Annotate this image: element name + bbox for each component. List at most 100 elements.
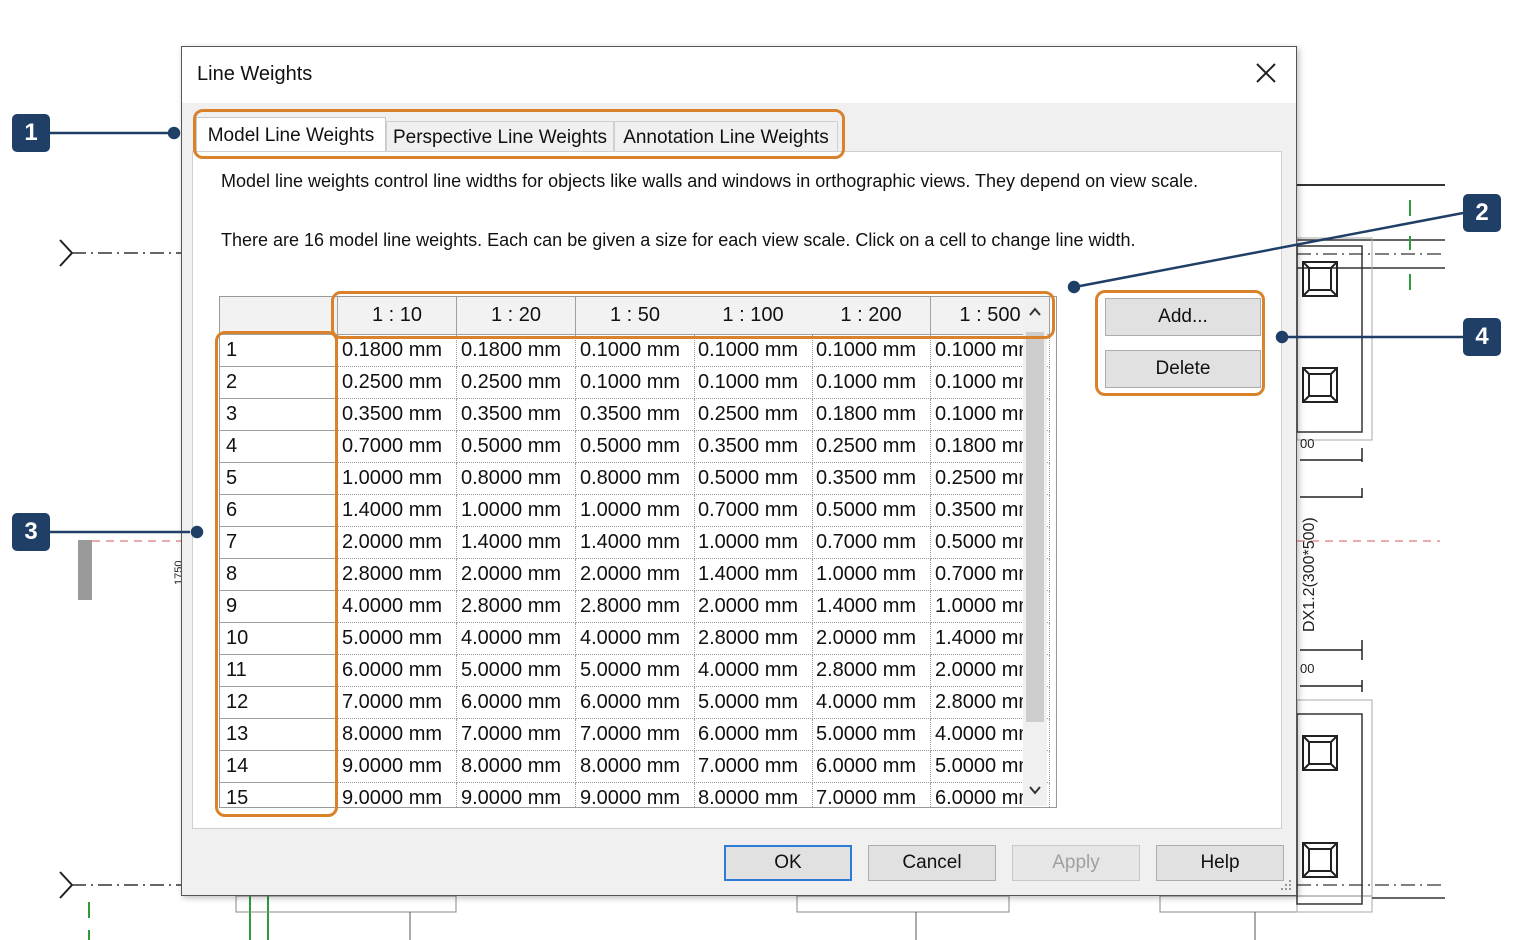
row-header-line-weight[interactable]: 12 xyxy=(220,687,338,719)
line-weight-cell[interactable]: 7.0000 mm xyxy=(338,687,457,719)
chevron-up-icon[interactable] xyxy=(1027,304,1043,320)
row-header-line-weight[interactable]: 6 xyxy=(220,495,338,527)
row-header-line-weight[interactable]: 2 xyxy=(220,367,338,399)
line-weight-cell[interactable]: 6.0000 mm xyxy=(338,655,457,687)
line-weight-cell[interactable]: 0.2500 mm xyxy=(812,431,931,463)
line-weight-cell[interactable]: 8.0000 mm xyxy=(457,751,576,783)
line-weight-cell[interactable]: 0.3500 mm xyxy=(576,399,695,431)
line-weight-cell[interactable]: 1.4000 mm xyxy=(694,559,813,591)
line-weight-cell[interactable]: 2.0000 mm xyxy=(812,623,931,655)
delete-button[interactable]: Delete xyxy=(1105,350,1261,388)
row-header-line-weight[interactable]: 5 xyxy=(220,463,338,495)
row-header-line-weight[interactable]: 4 xyxy=(220,431,338,463)
line-weight-cell[interactable]: 7.0000 mm xyxy=(457,719,576,751)
scrollbar-thumb[interactable] xyxy=(1026,332,1044,722)
line-weight-cell[interactable]: 5.0000 mm xyxy=(694,687,813,719)
line-weight-cell[interactable]: 8.0000 mm xyxy=(338,719,457,751)
line-weight-cell[interactable]: 4.0000 mm xyxy=(812,687,931,719)
line-weight-cell[interactable]: 8.0000 mm xyxy=(694,783,813,807)
chevron-down-icon[interactable] xyxy=(1027,782,1043,798)
line-weight-cell[interactable]: 6.0000 mm xyxy=(694,719,813,751)
line-weight-cell[interactable]: 5.0000 mm xyxy=(576,655,695,687)
line-weight-cell[interactable]: 5.0000 mm xyxy=(812,719,931,751)
line-weight-cell[interactable]: 0.3500 mm xyxy=(338,399,457,431)
row-header-line-weight[interactable]: 10 xyxy=(220,623,338,655)
line-weight-cell[interactable]: 2.8000 mm xyxy=(812,655,931,687)
add-button[interactable]: Add... xyxy=(1105,298,1261,336)
line-weight-cell[interactable]: 0.1800 mm xyxy=(338,335,457,367)
line-weight-cell[interactable]: 0.1000 mm xyxy=(576,367,695,399)
line-weight-cell[interactable]: 0.3500 mm xyxy=(457,399,576,431)
line-weight-cell[interactable]: 2.0000 mm xyxy=(576,559,695,591)
line-weight-cell[interactable]: 9.0000 mm xyxy=(338,751,457,783)
line-weight-cell[interactable]: 4.0000 mm xyxy=(694,655,813,687)
row-header-line-weight[interactable]: 14 xyxy=(220,751,338,783)
line-weight-cell[interactable]: 7.0000 mm xyxy=(694,751,813,783)
line-weight-cell[interactable]: 2.8000 mm xyxy=(338,559,457,591)
line-weight-cell[interactable]: 0.8000 mm xyxy=(576,463,695,495)
line-weight-cell[interactable]: 0.7000 mm xyxy=(338,431,457,463)
help-button[interactable]: Help xyxy=(1156,845,1284,881)
line-weight-cell[interactable]: 6.0000 mm xyxy=(457,687,576,719)
line-weight-cell[interactable]: 0.1000 mm xyxy=(812,335,931,367)
line-weight-cell[interactable]: 0.2500 mm xyxy=(457,367,576,399)
line-weight-cell[interactable]: 1.0000 mm xyxy=(576,495,695,527)
line-weight-cell[interactable]: 1.0000 mm xyxy=(457,495,576,527)
line-weight-cell[interactable]: 7.0000 mm xyxy=(576,719,695,751)
line-weight-cell[interactable]: 1.4000 mm xyxy=(338,495,457,527)
line-weight-cell[interactable]: 4.0000 mm xyxy=(457,623,576,655)
resize-grip-icon[interactable] xyxy=(1280,879,1292,891)
line-weight-cell[interactable]: 0.5000 mm xyxy=(576,431,695,463)
line-weight-cell[interactable]: 1.0000 mm xyxy=(338,463,457,495)
line-weight-cell[interactable]: 0.1000 mm xyxy=(812,367,931,399)
close-icon[interactable] xyxy=(1250,57,1282,89)
line-weight-cell[interactable]: 2.8000 mm xyxy=(457,591,576,623)
tab-annotation-line-weights[interactable]: Annotation Line Weights xyxy=(614,121,838,153)
line-weight-cell[interactable]: 0.5000 mm xyxy=(694,463,813,495)
line-weight-cell[interactable]: 0.5000 mm xyxy=(812,495,931,527)
line-weight-cell[interactable]: 0.2500 mm xyxy=(694,399,813,431)
line-weight-cell[interactable]: 5.0000 mm xyxy=(338,623,457,655)
line-weight-cell[interactable]: 0.1800 mm xyxy=(812,399,931,431)
line-weight-cell[interactable]: 8.0000 mm xyxy=(576,751,695,783)
ok-button[interactable]: OK xyxy=(724,845,852,881)
line-weight-cell[interactable]: 0.1800 mm xyxy=(457,335,576,367)
line-weight-cell[interactable]: 2.8000 mm xyxy=(576,591,695,623)
row-header-line-weight[interactable]: 13 xyxy=(220,719,338,751)
row-header-line-weight[interactable]: 1 xyxy=(220,335,338,367)
row-header-line-weight[interactable]: 11 xyxy=(220,655,338,687)
row-header-line-weight[interactable]: 8 xyxy=(220,559,338,591)
row-header-line-weight[interactable]: 9 xyxy=(220,591,338,623)
line-weight-cell[interactable]: 6.0000 mm xyxy=(576,687,695,719)
row-header-line-weight[interactable]: 7 xyxy=(220,527,338,559)
line-weight-cell[interactable]: 7.0000 mm xyxy=(812,783,931,807)
apply-button[interactable]: Apply xyxy=(1012,845,1140,881)
line-weight-cell[interactable]: 9.0000 mm xyxy=(457,783,576,807)
line-weight-cell[interactable]: 9.0000 mm xyxy=(576,783,695,807)
line-weight-cell[interactable]: 1.4000 mm xyxy=(576,527,695,559)
line-weight-cell[interactable]: 0.1000 mm xyxy=(694,335,813,367)
row-header-line-weight[interactable]: 15 xyxy=(220,783,338,807)
line-weight-cell[interactable]: 4.0000 mm xyxy=(576,623,695,655)
line-weight-cell[interactable]: 6.0000 mm xyxy=(812,751,931,783)
line-weight-cell[interactable]: 1.4000 mm xyxy=(812,591,931,623)
line-weight-cell[interactable]: 9.0000 mm xyxy=(338,783,457,807)
tab-model-line-weights[interactable]: Model Line Weights xyxy=(196,117,386,153)
line-weight-cell[interactable]: 0.8000 mm xyxy=(457,463,576,495)
line-weight-cell[interactable]: 1.0000 mm xyxy=(694,527,813,559)
line-weight-cell[interactable]: 1.0000 mm xyxy=(812,559,931,591)
tab-perspective-line-weights[interactable]: Perspective Line Weights xyxy=(386,121,614,153)
line-weight-cell[interactable]: 4.0000 mm xyxy=(338,591,457,623)
line-weight-cell[interactable]: 2.0000 mm xyxy=(694,591,813,623)
line-weight-cell[interactable]: 2.0000 mm xyxy=(457,559,576,591)
line-weight-cell[interactable]: 0.3500 mm xyxy=(694,431,813,463)
line-weight-cell[interactable]: 0.7000 mm xyxy=(694,495,813,527)
table-scrollbar[interactable] xyxy=(1023,298,1047,806)
line-weight-cell[interactable]: 0.5000 mm xyxy=(457,431,576,463)
line-weight-cell[interactable]: 2.0000 mm xyxy=(338,527,457,559)
row-header-line-weight[interactable]: 3 xyxy=(220,399,338,431)
line-weight-cell[interactable]: 2.8000 mm xyxy=(694,623,813,655)
cancel-button[interactable]: Cancel xyxy=(868,845,996,881)
line-weight-cell[interactable]: 0.3500 mm xyxy=(812,463,931,495)
line-weight-cell[interactable]: 1.4000 mm xyxy=(457,527,576,559)
